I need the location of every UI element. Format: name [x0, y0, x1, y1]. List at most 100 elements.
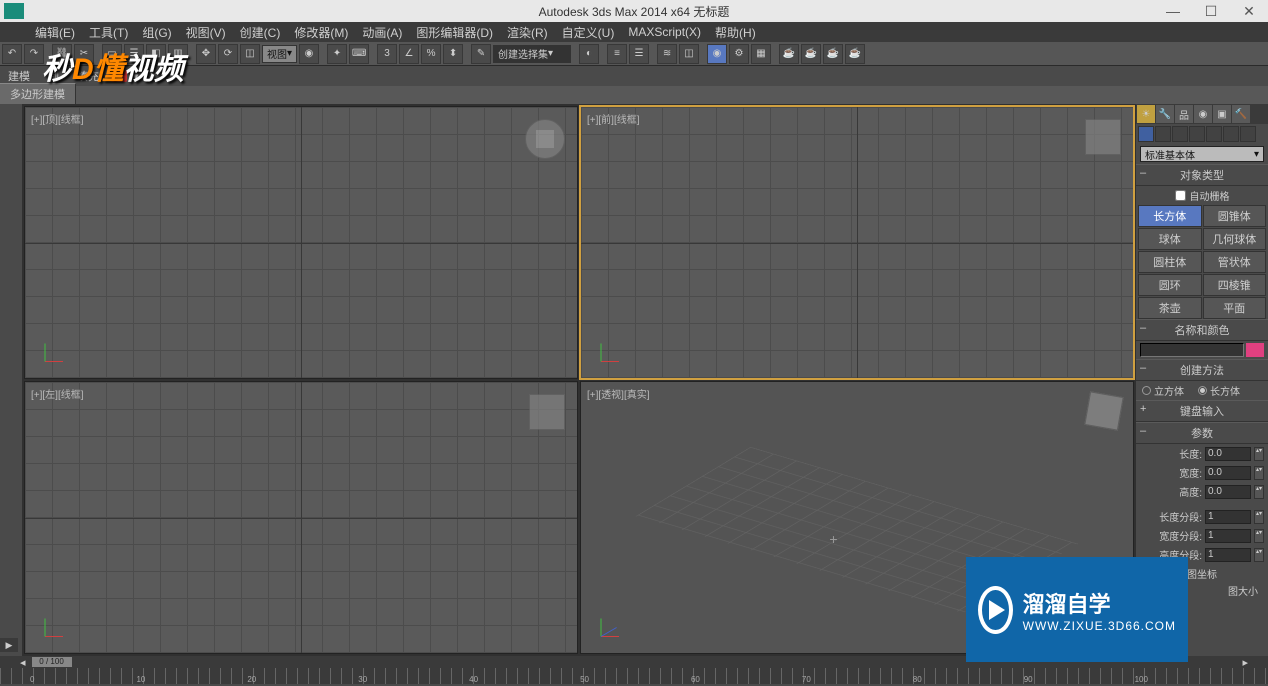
- select-button[interactable]: ▭: [102, 44, 122, 64]
- subpanel-geometry[interactable]: [1138, 126, 1154, 142]
- viewport-top[interactable]: [+][顶][线框]: [24, 106, 578, 379]
- menu-tools[interactable]: 工具(T): [82, 22, 135, 43]
- spinner-buttons[interactable]: ▴▾: [1254, 510, 1264, 524]
- maximize-button[interactable]: ☐: [1192, 0, 1230, 22]
- viewcube-top[interactable]: [525, 119, 565, 159]
- viewport-label-top[interactable]: [+][顶][线框]: [31, 111, 84, 126]
- viewport-label-persp[interactable]: [+][透视][真实]: [587, 386, 650, 401]
- named-selset-dropdown[interactable]: 创建选择集▾: [493, 45, 571, 63]
- panel-tab-hierarchy[interactable]: 品: [1175, 105, 1193, 123]
- menu-group[interactable]: 组(G): [135, 22, 178, 43]
- edit-selset-button[interactable]: ✎: [471, 44, 491, 64]
- unlink-button[interactable]: ✂: [74, 44, 94, 64]
- panel-tab-utilities[interactable]: 🔨: [1232, 105, 1250, 123]
- viewcube-front[interactable]: [1085, 119, 1121, 155]
- section-keyboard-entry[interactable]: +键盘输入: [1136, 400, 1268, 422]
- subpanel-systems[interactable]: [1240, 126, 1256, 142]
- menu-grapheditors[interactable]: 图形编辑器(D): [409, 22, 500, 43]
- menu-create[interactable]: 创建(C): [233, 22, 288, 43]
- tab-polymodeling[interactable]: 多边形建模: [0, 83, 76, 104]
- undo-button[interactable]: ↶: [2, 44, 22, 64]
- primitive-box[interactable]: 长方体: [1138, 205, 1202, 227]
- layers-button[interactable]: ☰: [629, 44, 649, 64]
- auto-grid-checkbox[interactable]: [1175, 190, 1186, 201]
- primitive-cone[interactable]: 圆锥体: [1203, 205, 1267, 227]
- lseg-spinner[interactable]: [1205, 510, 1251, 524]
- record-icon[interactable]: [111, 70, 127, 82]
- render-button[interactable]: ☕: [845, 44, 865, 64]
- snap-button[interactable]: 3: [377, 44, 397, 64]
- menu-customize[interactable]: 自定义(U): [555, 22, 622, 43]
- link-button[interactable]: ⛓: [52, 44, 72, 64]
- subpanel-helpers[interactable]: [1206, 126, 1222, 142]
- angle-snap-button[interactable]: ∠: [399, 44, 419, 64]
- spinner-buttons[interactable]: ▴▾: [1254, 485, 1264, 499]
- primitive-cylinder[interactable]: 圆柱体: [1138, 251, 1202, 273]
- close-button[interactable]: ✕: [1230, 0, 1268, 22]
- menu-maxscript[interactable]: MAXScript(X): [621, 23, 708, 41]
- primitive-teapot[interactable]: 茶壶: [1138, 297, 1202, 319]
- time-config-button[interactable]: ▶: [0, 638, 18, 652]
- ribbon-fill[interactable]: 填充: [71, 66, 105, 86]
- render-frame-button[interactable]: ▦: [751, 44, 771, 64]
- window-crossing-button[interactable]: ▥: [168, 44, 188, 64]
- select-move-button[interactable]: ✥: [196, 44, 216, 64]
- subpanel-lights[interactable]: [1172, 126, 1188, 142]
- mirror-button[interactable]: ◐: [579, 44, 599, 64]
- section-name-color[interactable]: –名称和颜色: [1136, 319, 1268, 341]
- primitive-tube[interactable]: 管状体: [1203, 251, 1267, 273]
- menu-rendering[interactable]: 渲染(R): [500, 22, 555, 43]
- primitive-torus[interactable]: 圆环: [1138, 274, 1202, 296]
- curve-editor-button[interactable]: ≋: [657, 44, 677, 64]
- section-create-method[interactable]: –创建方法: [1136, 359, 1268, 381]
- wseg-spinner[interactable]: [1205, 529, 1251, 543]
- length-spinner[interactable]: [1205, 447, 1251, 461]
- render-iter-button[interactable]: ☕: [801, 44, 821, 64]
- object-name-input[interactable]: [1140, 343, 1244, 357]
- menu-views[interactable]: 视图(V): [179, 22, 233, 43]
- percent-snap-button[interactable]: %: [421, 44, 441, 64]
- subpanel-shapes[interactable]: [1155, 126, 1171, 142]
- app-icon[interactable]: [4, 3, 24, 19]
- render-setup-button[interactable]: ⚙: [729, 44, 749, 64]
- ref-coord-dropdown[interactable]: 视图 ▾: [262, 45, 297, 63]
- pivot-button[interactable]: ◉: [299, 44, 319, 64]
- viewcube-left[interactable]: [529, 394, 565, 430]
- auto-grid-check[interactable]: 自动栅格: [1136, 186, 1268, 205]
- spinner-buttons[interactable]: ▴▾: [1254, 466, 1264, 480]
- menu-modifiers[interactable]: 修改器(M): [287, 22, 355, 43]
- viewport-label-front[interactable]: [+][前][线框]: [587, 111, 640, 126]
- viewport-left[interactable]: [+][左][线框]: [24, 381, 578, 654]
- subpanel-spacewarps[interactable]: [1223, 126, 1239, 142]
- keyboard-shortcut-button[interactable]: ⌨: [349, 44, 369, 64]
- spinner-buttons[interactable]: ▴▾: [1254, 447, 1264, 461]
- radio-box[interactable]: [1198, 386, 1207, 395]
- panel-tab-create[interactable]: ☀: [1137, 105, 1155, 123]
- hseg-spinner[interactable]: [1205, 548, 1251, 562]
- menu-help[interactable]: 帮助(H): [708, 22, 763, 43]
- time-slider-thumb[interactable]: 0 / 100: [32, 657, 72, 667]
- manipulate-button[interactable]: ✦: [327, 44, 347, 64]
- minimize-button[interactable]: —: [1154, 0, 1192, 22]
- menu-edit[interactable]: 编辑(E): [28, 22, 82, 43]
- schematic-button[interactable]: ◫: [679, 44, 699, 64]
- panel-tab-modify[interactable]: 🔧: [1156, 105, 1174, 123]
- panel-tab-motion[interactable]: ◉: [1194, 105, 1212, 123]
- section-parameters[interactable]: –参数: [1136, 422, 1268, 444]
- primitive-pyramid[interactable]: 四棱锥: [1203, 274, 1267, 296]
- width-spinner[interactable]: [1205, 466, 1251, 480]
- align-button[interactable]: ≡: [607, 44, 627, 64]
- subpanel-cameras[interactable]: [1189, 126, 1205, 142]
- radio-cube[interactable]: [1142, 386, 1151, 395]
- spinner-snap-button[interactable]: ⬍: [443, 44, 463, 64]
- primitive-plane[interactable]: 平面: [1203, 297, 1267, 319]
- select-region-button[interactable]: ◧: [146, 44, 166, 64]
- viewport-front[interactable]: [+][前][线框]: [580, 106, 1134, 379]
- panel-tab-display[interactable]: ▣: [1213, 105, 1231, 123]
- select-scale-button[interactable]: ◫: [240, 44, 260, 64]
- render-prod-button[interactable]: ☕: [779, 44, 799, 64]
- primitive-geosphere[interactable]: 几何球体: [1203, 228, 1267, 250]
- height-spinner[interactable]: [1205, 485, 1251, 499]
- viewcube-persp[interactable]: [1084, 391, 1123, 430]
- object-color-swatch[interactable]: [1246, 343, 1264, 357]
